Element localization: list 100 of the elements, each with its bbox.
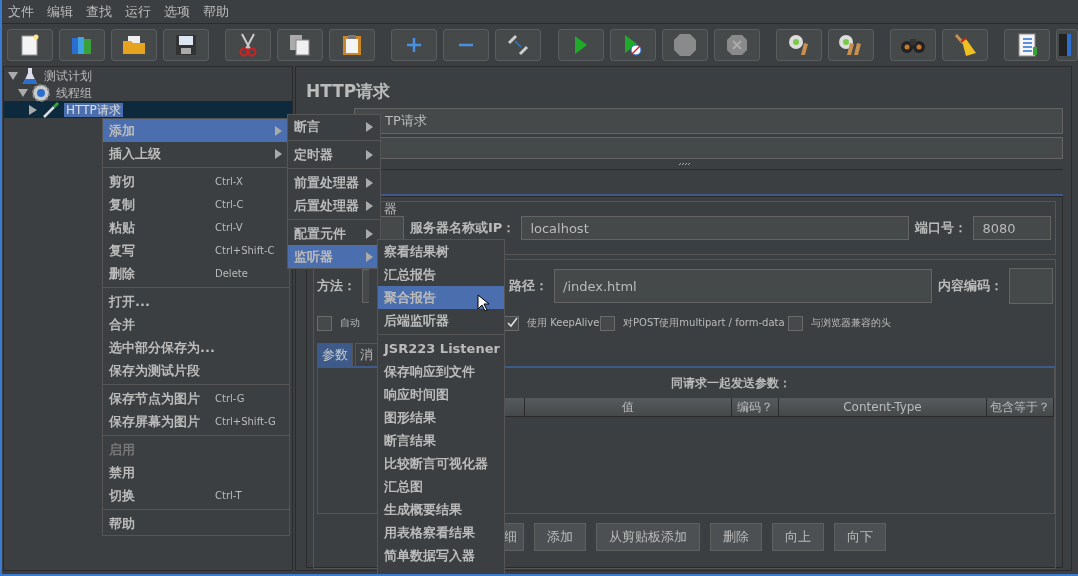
- clear-all-button[interactable]: [827, 29, 874, 61]
- column-header[interactable]: 编码？: [732, 398, 779, 416]
- scissors-icon: [238, 33, 259, 57]
- folder-icon: [122, 35, 146, 55]
- splitter-grip-icon[interactable]: [677, 162, 692, 166]
- menu-item[interactable]: 保存为测试片段: [103, 359, 289, 382]
- copy-button[interactable]: [277, 29, 324, 61]
- menu-item[interactable]: 后置处理器: [288, 194, 380, 217]
- reset-search-button[interactable]: [941, 29, 988, 61]
- menu-item[interactable]: 合并: [103, 313, 289, 336]
- search-button[interactable]: [889, 29, 936, 61]
- minus-icon: [458, 43, 475, 47]
- stop-button[interactable]: [661, 29, 708, 61]
- menu-item[interactable]: 删除 Delete: [103, 262, 289, 285]
- port-label: 端口号：: [915, 219, 968, 237]
- cut-button[interactable]: [225, 29, 272, 61]
- tree-item[interactable]: 线程组: [54, 85, 94, 100]
- menu-item[interactable]: 定时器: [288, 143, 380, 166]
- menu-item[interactable]: 选中部分保存为...: [103, 336, 289, 359]
- menu-item[interactable]: 剪切 Ctrl-X: [103, 170, 289, 193]
- menu-item[interactable]: 插入上级: [103, 142, 289, 165]
- tab[interactable]: 参数: [317, 343, 353, 366]
- port-field[interactable]: 8080: [973, 216, 1052, 240]
- start-no-pause-button[interactable]: [609, 29, 656, 61]
- checkbox-label: 对POST使用multipart / form-data: [623, 316, 785, 330]
- menu-item[interactable]: 查找: [86, 2, 112, 21]
- help-button[interactable]: [1056, 29, 1078, 61]
- comments-field[interactable]: [378, 137, 1063, 159]
- checkbox-label: 使用 KeepAlive: [527, 316, 600, 330]
- templates-button[interactable]: [59, 29, 105, 61]
- clear-button[interactable]: [775, 29, 822, 61]
- menu-item[interactable]: 禁用: [103, 461, 289, 484]
- encoding-field[interactable]: [1009, 268, 1053, 304]
- menu-item[interactable]: 配置元件: [288, 222, 380, 245]
- menu-item[interactable]: 比较断言可视化器: [378, 452, 504, 475]
- action-button[interactable]: 从剪贴板添加: [596, 523, 700, 551]
- menu-item[interactable]: 切换 Ctrl-T: [103, 484, 289, 507]
- name-field[interactable]: TP请求: [354, 108, 1063, 134]
- menu-item[interactable]: 文件: [8, 2, 34, 21]
- stop-sign-icon: [672, 33, 697, 57]
- shutdown-button[interactable]: [713, 29, 760, 61]
- action-button[interactable]: 向下: [834, 523, 886, 551]
- menu-item[interactable]: 汇总报告: [378, 263, 504, 286]
- server-field[interactable]: localhost: [521, 216, 910, 240]
- expand-arrow-icon[interactable]: [28, 104, 38, 115]
- menu-item[interactable]: 前置处理器: [288, 171, 380, 194]
- function-helper-button[interactable]: [1004, 29, 1051, 61]
- menu-item[interactable]: 运行: [125, 2, 151, 21]
- menu-item[interactable]: 汇总图: [378, 475, 504, 498]
- method-label: 方法：: [317, 277, 356, 295]
- tree-item[interactable]: HTTP请求: [64, 102, 123, 117]
- menu-item[interactable]: 编辑: [47, 2, 73, 21]
- path-field[interactable]: /index.html: [554, 269, 932, 303]
- menu-item[interactable]: 简单数据写入器: [378, 544, 504, 567]
- menu-item[interactable]: 复制 Ctrl-C: [103, 193, 289, 216]
- checkbox[interactable]: [788, 315, 803, 331]
- checkbox[interactable]: [317, 315, 332, 331]
- menu-item[interactable]: 察看结果树: [378, 240, 504, 263]
- open-button[interactable]: [111, 29, 157, 61]
- checkbox[interactable]: [600, 315, 615, 331]
- tree-item[interactable]: 测试计划: [42, 68, 94, 83]
- checkbox-label: 自动: [340, 316, 360, 330]
- menu-item[interactable]: 图形结果: [378, 406, 504, 429]
- action-button[interactable]: 删除: [710, 523, 762, 551]
- action-button[interactable]: 添加: [534, 523, 586, 551]
- menu-item[interactable]: 生成概要结果: [378, 498, 504, 521]
- menu-item[interactable]: 帮助: [103, 512, 289, 535]
- server-label: 服务器名称或IP：: [410, 219, 516, 237]
- octagon-x-icon: [725, 34, 748, 56]
- menu-item[interactable]: 断言结果: [378, 429, 504, 452]
- book-icon: [1057, 33, 1072, 57]
- menu-item[interactable]: 保存节点为图片 Ctrl-G: [103, 387, 289, 410]
- start-button[interactable]: [557, 29, 604, 61]
- column-header[interactable]: 包含等于？: [987, 398, 1054, 416]
- expand-button[interactable]: [391, 29, 438, 61]
- copy-icon: [289, 34, 312, 56]
- menu-item[interactable]: 保存响应到文件: [378, 360, 504, 383]
- menu-item[interactable]: 粘贴 Ctrl-V: [103, 216, 289, 239]
- menu-item[interactable]: 打开...: [103, 290, 289, 313]
- books-icon: [70, 34, 94, 56]
- menu-item[interactable]: 用表格察看结果: [378, 521, 504, 544]
- column-header[interactable]: Content-Type: [779, 398, 987, 416]
- menu-item[interactable]: 帮助: [203, 2, 229, 21]
- menu-item[interactable]: 后端监听器: [378, 309, 504, 332]
- parameters-title: 同请求一起发送参数：: [671, 376, 791, 390]
- save-button[interactable]: [163, 29, 209, 61]
- menu-item[interactable]: 选项: [164, 2, 190, 21]
- menu-item[interactable]: 复写 Ctrl+Shift-C: [103, 239, 289, 262]
- toggle-button[interactable]: [495, 29, 542, 61]
- collapse-arrow-icon[interactable]: [8, 70, 18, 81]
- column-header[interactable]: 值: [525, 398, 732, 416]
- menu-item[interactable]: JSR223 Listener: [378, 337, 504, 360]
- plus-icon: [406, 37, 423, 53]
- collapse-arrow-icon[interactable]: [18, 87, 28, 98]
- gear-broom-icon: [786, 33, 811, 57]
- action-button[interactable]: 向上: [772, 523, 824, 551]
- new-file-button[interactable]: [7, 29, 53, 61]
- menu-item[interactable]: 保存屏幕为图片 Ctrl+Shift-G: [103, 410, 289, 433]
- menu-item[interactable]: 响应时间图: [378, 383, 504, 406]
- paste-button[interactable]: [329, 29, 376, 61]
